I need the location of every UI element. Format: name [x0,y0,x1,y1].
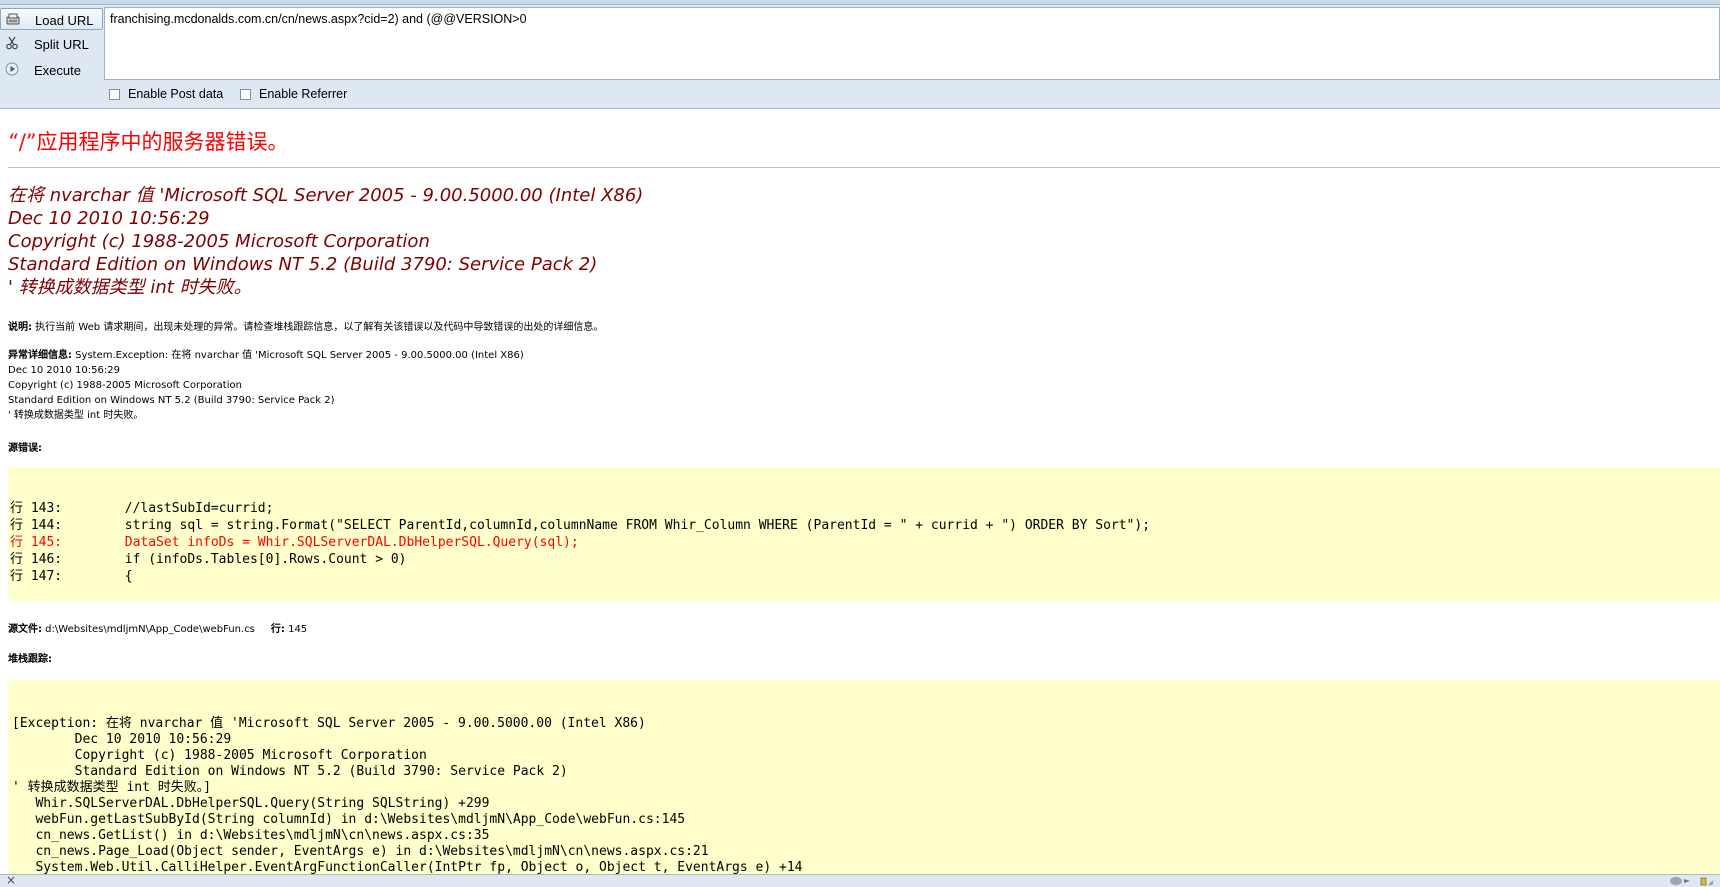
source-code-line: 行 147: { [10,569,133,584]
error-message-line: 在将 nvarchar 值 'Microsoft SQL Server 2005… [8,185,644,206]
description-label: 说明: [8,322,32,333]
enable-post-data-label: Enable Post data [128,87,224,101]
exception-label: 异常详细信息: [8,350,72,361]
load-url-icon [6,13,20,25]
close-icon[interactable]: × [6,873,16,887]
error-message-line: Standard Edition on Windows NT 5.2 (Buil… [8,254,598,275]
status-bar: × [0,873,1720,887]
page-title: “/”应用程序中的服务器错误。 [8,130,289,154]
enable-referrer-label: Enable Referrer [259,87,348,101]
toolbar-top-border [0,0,1720,5]
load-url-button[interactable]: Load URL [0,8,103,30]
stack-trace-line: System.Web.Util.CalliHelper.EventArgFunc… [12,860,803,874]
stack-trace-line: cn_news.GetList() in d:\Websites\mdljmN\… [12,828,490,843]
stack-trace-line: Copyright (c) 1988-2005 Microsoft Corpor… [12,748,427,763]
split-url-button[interactable]: Split URL [0,33,103,55]
description-text: 执行当前 Web 请求期间，出现未处理的异常。请检查堆栈跟踪信息，以了解有关该错… [32,322,604,333]
url-input[interactable] [104,7,1720,80]
error-message-line: Copyright (c) 1988-2005 Microsoft Corpor… [8,231,430,252]
source-file-line: 源文件: d:\Websites\mdljmN\App_Code\webFun.… [8,620,307,635]
exception-text: System.Exception: 在将 nvarchar 值 'Microso… [8,350,524,421]
split-url-label: Split URL [34,37,89,52]
source-code-line: 行 144: string sql = string.Format("SELEC… [10,518,1151,533]
resize-grip-icon[interactable] [1700,876,1714,886]
stack-trace-line: webFun.getLastSubById(String columnId) i… [12,812,686,827]
stack-trace-line: Dec 10 2010 10:56:29 [12,732,232,747]
enable-referrer-box[interactable] [240,89,251,100]
hackbar-toolbar: Load URL Split URL Execute Enable Post d… [0,0,1720,109]
stack-trace-label: 堆栈跟踪: [8,654,52,665]
line-label: 行: [270,624,285,635]
error-message-line: ' 转换成数据类型 int 时失败。 [8,277,252,298]
source-code-line: 行 143: //lastSubId=currid; [10,501,274,516]
exception-details: 异常详细信息: System.Exception: 在将 nvarchar 值 … [8,348,524,423]
error-page: “/”应用程序中的服务器错误。 在将 nvarchar 值 'Microsoft… [0,109,1720,874]
stack-trace-line: ' 转换成数据类型 int 时失败。] [12,780,212,795]
stack-trace-line: cn_news.Page_Load(Object sender, EventAr… [12,844,709,859]
line-number: 145 [284,624,308,635]
source-code-box: 行 143: //lastSubId=currid; 行 144: string … [8,467,1720,601]
source-error-label: 源错误: [8,443,42,454]
stack-trace-line: Whir.SQLServerDAL.DbHelperSQL.Query(Stri… [12,796,490,811]
source-file-label: 源文件: [8,624,42,635]
enable-post-data-box[interactable] [109,89,120,100]
stack-trace-line: [Exception: 在将 nvarchar 值 'Microsoft SQL… [12,716,646,731]
load-url-label: Load URL [35,13,94,28]
source-code-lines: 行 143: //lastSubId=currid; 行 144: string … [10,500,1150,585]
execute-label: Execute [34,63,81,78]
stack-trace-line: Standard Edition on Windows NT 5.2 (Buil… [12,764,568,779]
browser-window: Load URL Split URL Execute Enable Post d… [0,0,1720,887]
error-message: 在将 nvarchar 值 'Microsoft SQL Server 2005… [8,184,643,299]
description-line: 说明: 执行当前 Web 请求期间，出现未处理的异常。请检查堆栈跟踪信息，以了解… [8,318,603,333]
stack-trace-lines: [Exception: 在将 nvarchar 值 'Microsoft SQL… [12,716,803,874]
source-file-path: d:\Websites\mdljmN\App_Code\webFun.cs [42,624,255,635]
stack-trace-box: [Exception: 在将 nvarchar 值 'Microsoft SQL… [8,680,1720,874]
execute-button[interactable]: Execute [0,59,103,81]
error-message-line: Dec 10 2010 10:56:29 [8,208,210,229]
source-code-line: 行 146: if (infoDs.Tables[0].Rows.Count >… [10,552,407,567]
divider [8,167,1720,168]
addon-icon[interactable] [1668,876,1692,886]
source-code-line: 行 145: DataSet infoDs = Whir.SQLServerDA… [10,535,579,550]
scissors-icon [6,36,18,50]
play-icon [5,62,19,76]
